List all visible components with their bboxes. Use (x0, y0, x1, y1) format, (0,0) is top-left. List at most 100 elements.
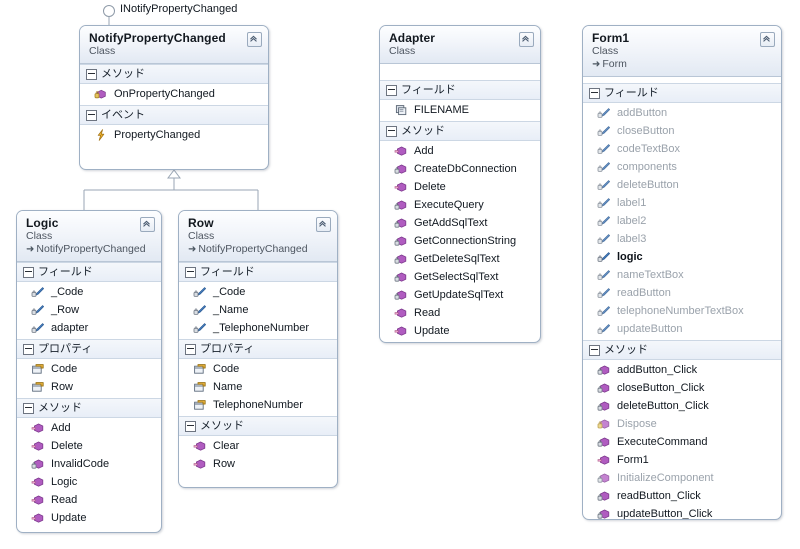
member-row[interactable]: TelephoneNumber (179, 396, 337, 414)
field-private-icon (31, 285, 45, 299)
member-row[interactable]: Form1 (583, 451, 781, 469)
section-expander-icon[interactable] (386, 125, 397, 137)
member-row[interactable]: Read (380, 304, 540, 322)
member-row[interactable]: Delete (380, 178, 540, 196)
member-row[interactable]: Row (17, 378, 161, 396)
section-expander-icon[interactable] (23, 266, 34, 278)
collapse-chevron-icon[interactable] (519, 32, 534, 47)
section-header-fields[interactable]: フィールド (583, 83, 781, 103)
member-row[interactable]: Name (179, 378, 337, 396)
section-header-fields[interactable]: フィールド (17, 262, 161, 282)
member-row[interactable]: _TelephoneNumber (179, 319, 337, 337)
member-row[interactable]: telephoneNumberTextBox (583, 302, 781, 320)
class-box-adapter[interactable]: Adapter Class フィールド FILENAME メソッド Add Cr… (379, 25, 541, 343)
section-header-properties[interactable]: プロパティ (17, 339, 161, 359)
member-row[interactable]: closeButton (583, 122, 781, 140)
member-row[interactable]: _Row (17, 301, 161, 319)
member-row[interactable]: GetUpdateSqlText (380, 286, 540, 304)
class-kind: Class (26, 230, 53, 242)
member-row[interactable]: nameTextBox (583, 266, 781, 284)
class-box-form1[interactable]: Form1 Class ➜ Form フィールド addButton closeB… (582, 25, 782, 520)
member-row[interactable]: ExecuteCommand (583, 433, 781, 451)
member-row[interactable]: Row (179, 455, 337, 473)
member-row[interactable]: ExecuteQuery (380, 196, 540, 214)
member-row[interactable]: Add (380, 142, 540, 160)
member-row[interactable]: updateButton_Click (583, 505, 781, 519)
section-expander-icon[interactable] (589, 344, 600, 356)
member-row[interactable]: _Name (179, 301, 337, 319)
section-expander-icon[interactable] (23, 402, 34, 414)
member-row[interactable]: label2 (583, 212, 781, 230)
section-expander-icon[interactable] (86, 68, 97, 80)
member-row[interactable]: deleteButton (583, 176, 781, 194)
member-row[interactable]: adapter (17, 319, 161, 337)
member-row[interactable]: Add (17, 419, 161, 437)
member-row[interactable]: Dispose (583, 415, 781, 433)
member-row[interactable]: FILENAME (380, 101, 540, 119)
collapse-chevron-icon[interactable] (140, 217, 155, 232)
method-private-icon (597, 399, 611, 413)
member-row[interactable]: CreateDbConnection (380, 160, 540, 178)
class-box-notifypropertychanged[interactable]: NotifyPropertyChanged Class メソッド OnPrope… (79, 25, 269, 170)
collapse-chevron-icon[interactable] (247, 32, 262, 47)
member-row[interactable]: closeButton_Click (583, 379, 781, 397)
section-expander-icon[interactable] (185, 343, 196, 355)
member-row[interactable]: GetSelectSqlText (380, 268, 540, 286)
section-header-methods[interactable]: メソッド (80, 64, 268, 84)
member-row[interactable]: components (583, 158, 781, 176)
section-header-fields[interactable]: フィールド (380, 80, 540, 100)
member-row[interactable]: GetAddSqlText (380, 214, 540, 232)
member-name: Add (51, 422, 71, 434)
collapse-chevron-icon[interactable] (316, 217, 331, 232)
class-diagram-canvas[interactable]: INotifyPropertyChanged NotifyPropertyCha… (0, 0, 800, 549)
member-row[interactable]: GetDeleteSqlText (380, 250, 540, 268)
member-name: PropertyChanged (114, 129, 201, 141)
section-header-events[interactable]: イベント (80, 105, 268, 125)
member-row[interactable]: _Code (179, 283, 337, 301)
section-header-methods[interactable]: メソッド (583, 340, 781, 360)
member-row[interactable]: readButton (583, 284, 781, 302)
member-row[interactable]: GetConnectionString (380, 232, 540, 250)
section-label: メソッド (604, 344, 648, 356)
member-row[interactable]: logic (583, 248, 781, 266)
section-expander-icon[interactable] (185, 420, 196, 432)
member-row[interactable]: label1 (583, 194, 781, 212)
class-box-row[interactable]: Row Class ➜ NotifyPropertyChanged フィールド _… (178, 210, 338, 488)
section-header-methods[interactable]: メソッド (179, 416, 337, 436)
method-icon (31, 421, 45, 435)
member-row[interactable]: Read (17, 491, 161, 509)
member-row[interactable]: InitializeComponent (583, 469, 781, 487)
class-box-logic[interactable]: Logic Class ➜ NotifyPropertyChanged フィールド… (16, 210, 162, 533)
section-expander-icon[interactable] (589, 87, 600, 99)
member-row[interactable]: Update (380, 322, 540, 340)
member-row[interactable]: deleteButton_Click (583, 397, 781, 415)
field-private-icon (31, 321, 45, 335)
section-header-methods[interactable]: メソッド (380, 121, 540, 141)
member-row[interactable]: readButton_Click (583, 487, 781, 505)
member-row[interactable]: addButton (583, 104, 781, 122)
member-row[interactable]: label3 (583, 230, 781, 248)
member-row[interactable]: OnPropertyChanged (80, 85, 268, 103)
section-expander-icon[interactable] (86, 109, 97, 121)
member-row[interactable]: Clear (179, 437, 337, 455)
member-row[interactable]: _Code (17, 283, 161, 301)
member-row[interactable]: Logic (17, 473, 161, 491)
section-expander-icon[interactable] (386, 84, 397, 96)
member-row[interactable]: InvalidCode (17, 455, 161, 473)
member-name: _Name (213, 304, 249, 316)
section-header-methods[interactable]: メソッド (17, 398, 161, 418)
section-header-properties[interactable]: プロパティ (179, 339, 337, 359)
section-header-fields[interactable]: フィールド (179, 262, 337, 282)
member-row[interactable]: updateButton (583, 320, 781, 338)
member-row[interactable]: addButton_Click (583, 361, 781, 379)
member-row[interactable]: Code (179, 360, 337, 378)
member-row[interactable]: PropertyChanged (80, 126, 268, 144)
member-row[interactable]: Delete (17, 437, 161, 455)
section-expander-icon[interactable] (185, 266, 196, 278)
member-row[interactable]: Update (17, 509, 161, 527)
section-expander-icon[interactable] (23, 343, 34, 355)
method-icon (31, 475, 45, 489)
collapse-chevron-icon[interactable] (760, 32, 775, 47)
member-row[interactable]: Code (17, 360, 161, 378)
member-row[interactable]: codeTextBox (583, 140, 781, 158)
